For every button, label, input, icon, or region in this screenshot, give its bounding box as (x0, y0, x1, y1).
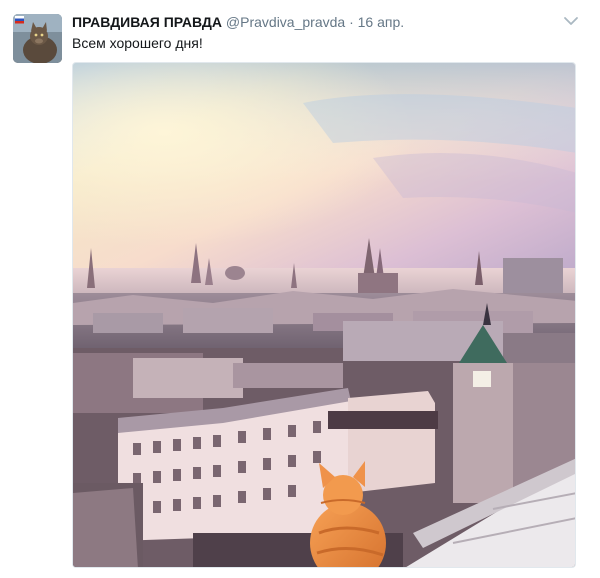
tweet: ПРАВДИВАЯ ПРАВДА @Pravdiva_pravda · 16 а… (0, 0, 600, 578)
tweet-text: Всем хорошего дня! (72, 35, 203, 51)
display-name[interactable]: ПРАВДИВАЯ ПРАВДА (72, 14, 222, 30)
tweet-header: ПРАВДИВАЯ ПРАВДА @Pravdiva_pravda · 16 а… (72, 12, 404, 32)
avatar[interactable] (13, 14, 62, 63)
separator-dot: · (349, 14, 354, 30)
tweet-menu-button[interactable] (563, 13, 579, 29)
screen-name[interactable]: @Pravdiva_pravda (226, 14, 345, 30)
timestamp[interactable]: 16 апр. (358, 14, 405, 30)
city-photo (73, 63, 575, 567)
tweet-photo[interactable] (72, 62, 576, 568)
cat-avatar-icon (13, 14, 62, 63)
chevron-down-icon (564, 17, 578, 25)
